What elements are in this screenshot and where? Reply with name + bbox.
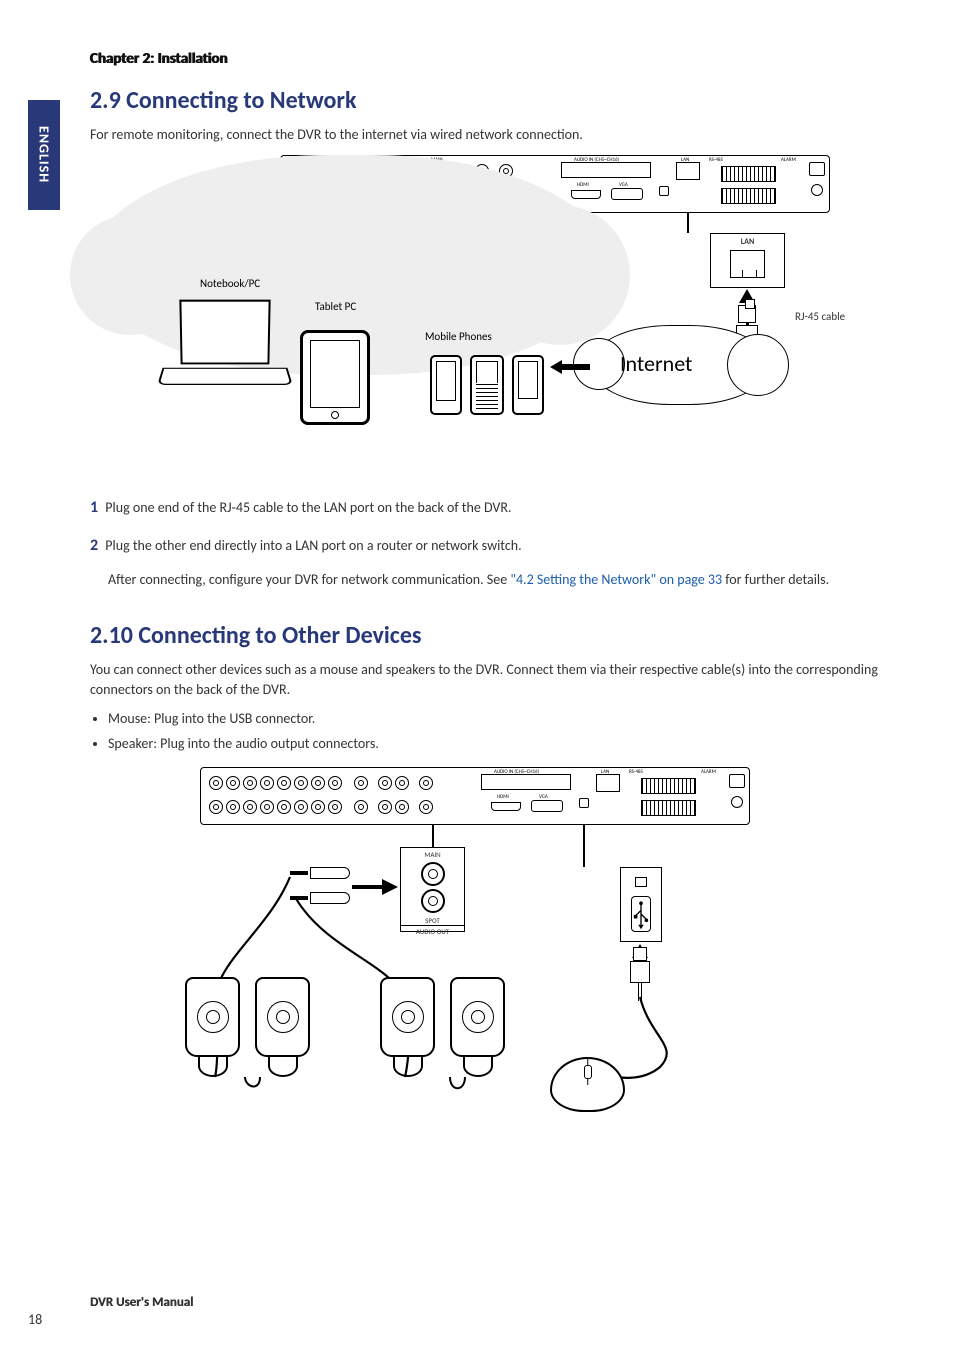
alarm-label: ALARM xyxy=(781,157,796,163)
step-1-text: Plug one end of the RJ-45 cable to the L… xyxy=(105,499,511,516)
hdmi-label: HDMI xyxy=(577,182,589,188)
rs485-label: RS-485 xyxy=(709,157,723,163)
audioin-box-label: AUDIO IN (CH5~CH16) xyxy=(574,157,619,163)
mobile-label: Mobile Phones xyxy=(425,330,492,343)
usb-port-icon xyxy=(659,186,669,196)
alarm-terminal-2 xyxy=(641,778,696,794)
lan-port-icon xyxy=(730,250,765,278)
notebook-label: Notebook/PC xyxy=(200,277,260,290)
network-connection-diagram: CH1 MAIN VIDEO OUT AUDIO IN (CH5~CH16) H… xyxy=(90,155,894,475)
bullet-speaker: Speaker: Plug into the audio output conn… xyxy=(108,733,894,755)
section-2-9-intro: For remote monitoring, connect the DVR t… xyxy=(90,125,894,145)
device-bullet-list: Mouse: Plug into the USB connector. Spea… xyxy=(108,708,894,755)
step-1-number: 1 xyxy=(90,498,98,517)
usb-slot-a-icon xyxy=(635,877,647,887)
page-content: Chapter 2: Installation 2.9 Connecting t… xyxy=(90,50,894,1157)
vga-port-2 xyxy=(531,800,563,812)
step-2-number: 2 xyxy=(90,536,98,555)
chapter-header: Chapter 2: Installation xyxy=(90,50,894,68)
power-jack xyxy=(811,184,823,196)
power-switch xyxy=(809,162,825,176)
alarm-terminal xyxy=(721,166,776,182)
rj45-cable-label: RJ-45 cable xyxy=(795,310,845,323)
arrow-left-icon xyxy=(550,360,590,374)
section-2-10-intro: You can connect other devices such as a … xyxy=(90,660,894,701)
tablet-icon xyxy=(300,330,370,425)
touch-phone-icon xyxy=(512,355,544,415)
usb-plug-icon xyxy=(630,947,650,997)
after-text-1: After connecting, configure your DVR for… xyxy=(108,571,510,588)
step-1: 1 Plug one end of the RJ-45 cable to the… xyxy=(90,495,894,521)
language-side-tab: ENGLISH xyxy=(28,100,60,210)
hdmi-port-2 xyxy=(491,802,521,811)
speaker-left-icon xyxy=(185,977,240,1087)
audio-callout-line xyxy=(432,825,434,847)
page-number: 18 xyxy=(28,1311,42,1328)
vga-label: VGA xyxy=(619,182,628,188)
usb-symbol-icon xyxy=(631,896,651,932)
lan-port-2 xyxy=(596,774,620,792)
usb-callout xyxy=(620,867,662,942)
laptop-icon xyxy=(160,300,290,410)
section-2-10-title: 2.10 Connecting to Other Devices xyxy=(90,621,894,650)
lan-port-panel xyxy=(676,162,700,180)
step-2: 2 Plug the other end directly into a LAN… xyxy=(90,533,894,559)
lan-callout-label: LAN xyxy=(741,237,755,247)
bullet-mouse: Mouse: Plug into the USB connector. xyxy=(108,708,894,730)
power-switch-2 xyxy=(729,774,745,788)
vga-port xyxy=(611,188,643,200)
hdmi-port xyxy=(571,190,601,199)
cross-reference-link[interactable]: "4.2 Setting the Network" on page 33 xyxy=(510,571,722,588)
usb-port-2 xyxy=(579,798,589,808)
speaker-right2-icon xyxy=(450,977,505,1087)
footer-manual-title: DVR User's Manual xyxy=(90,1295,193,1310)
after-text-2: for further details. xyxy=(725,571,829,588)
speaker-right-icon xyxy=(380,977,435,1087)
sensor-terminal xyxy=(721,188,776,204)
step-2-text: Plug the other end directly into a LAN p… xyxy=(105,537,521,554)
blackberry-phone-icon xyxy=(470,355,504,415)
smartphone-icon xyxy=(430,355,462,415)
dvr-back-panel-2: AUDIO IN (CH5~CH16) HDMI VGA LAN RS-485 … xyxy=(200,767,750,825)
tablet-label: Tablet PC xyxy=(315,300,356,313)
lan-label: LAN xyxy=(681,157,689,163)
main-audio-label: MAIN xyxy=(401,850,464,859)
audio-in-connector xyxy=(561,162,651,178)
audio-in-connector-2 xyxy=(481,774,571,790)
sensor-terminal-2 xyxy=(641,800,696,816)
usb-callout-line xyxy=(583,825,585,867)
callout-line xyxy=(687,213,689,233)
speaker-left2-icon xyxy=(255,977,310,1087)
section-2-9-title: 2.9 Connecting to Network xyxy=(90,86,894,115)
internet-label: Internet xyxy=(620,350,692,377)
power-jack-2 xyxy=(731,796,743,808)
after-connecting-text: After connecting, configure your DVR for… xyxy=(108,570,894,590)
other-devices-diagram: AUDIO IN (CH5~CH16) HDMI VGA LAN RS-485 … xyxy=(90,767,894,1137)
rj45-plug-icon xyxy=(738,305,756,323)
lan-callout: LAN xyxy=(710,233,785,288)
